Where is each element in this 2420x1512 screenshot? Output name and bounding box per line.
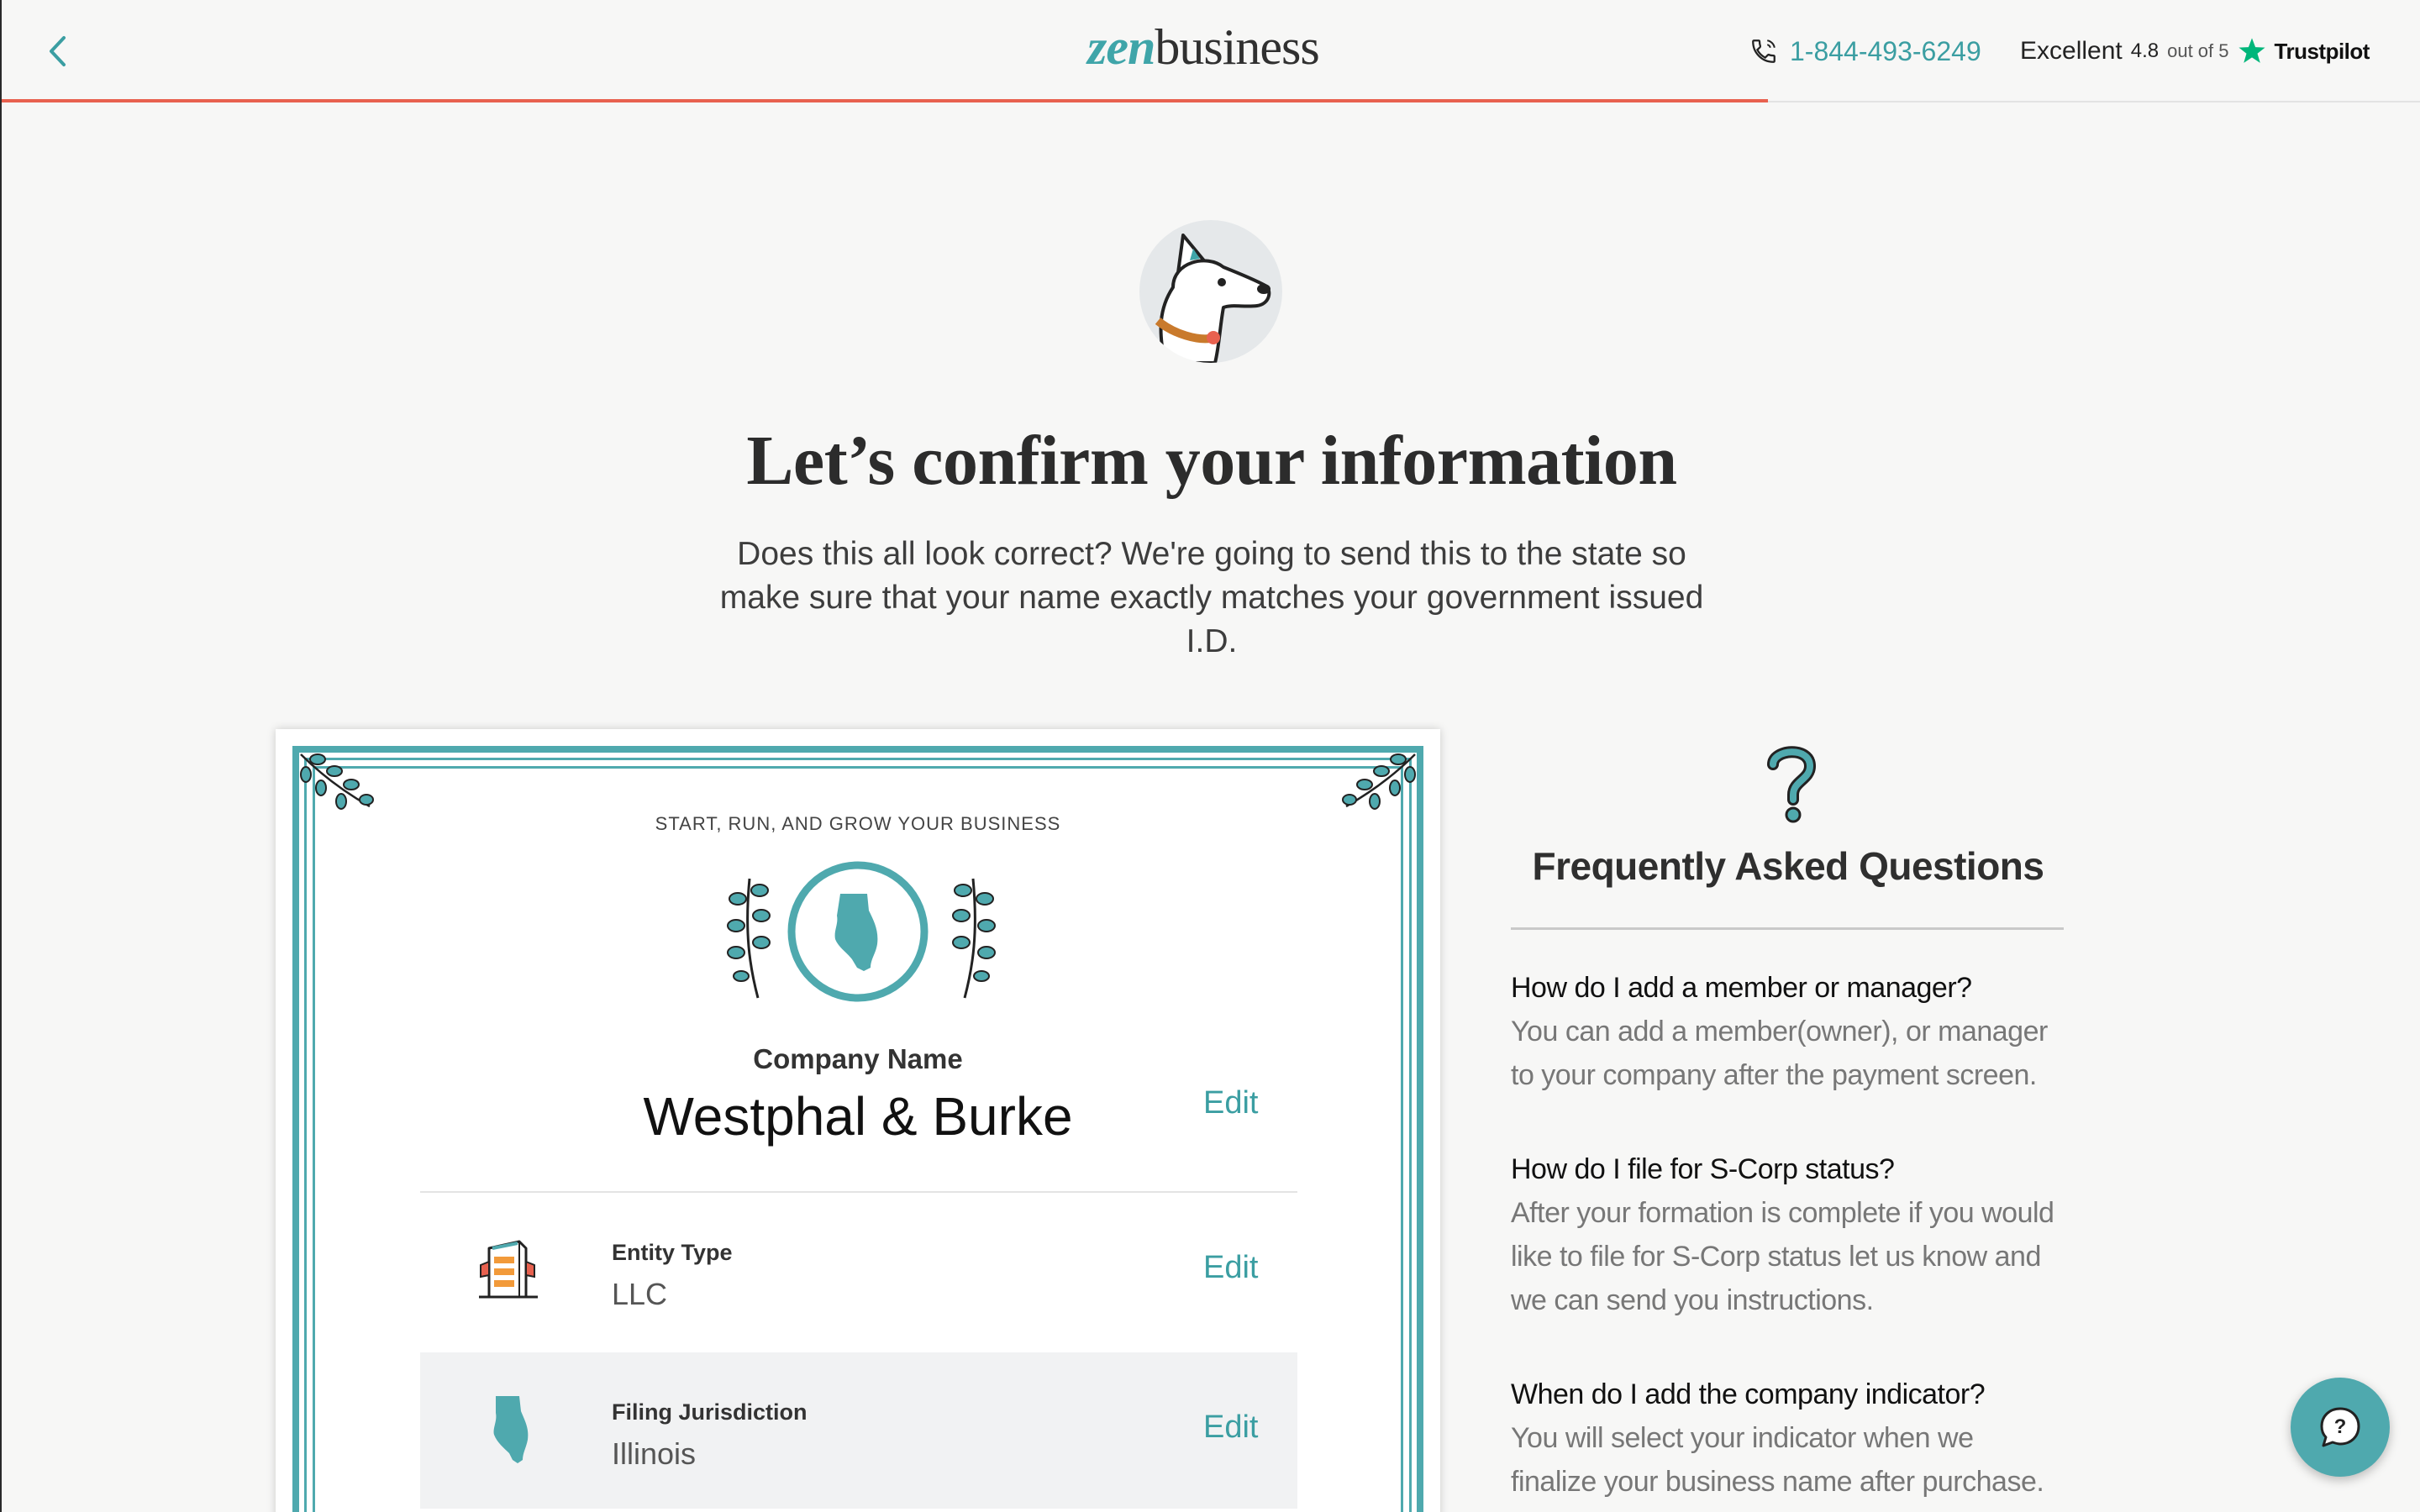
- faq-answer: You can add a member(owner), or manager …: [1511, 1016, 2048, 1091]
- page-subtitle: Does this all look correct? We're going …: [719, 536, 1704, 659]
- faq-item: How do I add a member or manager? You ca…: [1511, 966, 2065, 1097]
- faq-item: How do I file for S-Corp status? After y…: [1511, 1147, 2065, 1322]
- progress-bar: [2, 99, 1769, 102]
- filing-jurisdiction-row: Filing Jurisdiction Illinois Edit: [420, 1352, 1297, 1509]
- faq-item: When do I add the company indicator? You…: [1511, 1373, 2065, 1504]
- certificate-tagline: START, RUN, AND GROW YOUR BUSINESS: [655, 813, 1061, 834]
- entity-type-row: Entity Type LLC Edit: [420, 1193, 1297, 1349]
- company-name-value: Westphal & Burke: [643, 1086, 1073, 1147]
- logo-business: business: [1155, 19, 1319, 75]
- chat-question-icon: ?: [2320, 1407, 2360, 1447]
- zenbusiness-logo[interactable]: zen business: [1087, 18, 1320, 77]
- laurel-right-icon: [952, 878, 996, 999]
- help-chat-button[interactable]: ?: [2291, 1378, 2390, 1477]
- phone-number: 1-844-493-6249: [1790, 35, 1981, 66]
- logo-zen: zen: [1087, 19, 1155, 75]
- filing-jurisdiction-value: Illinois: [612, 1436, 697, 1471]
- rating-word: Excellent: [2020, 37, 2123, 65]
- dog-mascot-icon: [1155, 234, 1271, 363]
- filing-jurisdiction-label: Filing Jurisdiction: [612, 1399, 808, 1425]
- svg-text:?: ?: [2334, 1415, 2347, 1438]
- faq-divider: [1511, 927, 2064, 930]
- trustpilot-label: Trustpilot: [2274, 38, 2370, 64]
- illinois-state-icon: [493, 1396, 529, 1463]
- edit-entity-type-button[interactable]: Edit: [1203, 1250, 1258, 1286]
- entity-type-value: LLC: [612, 1277, 668, 1311]
- page-title: Let’s confirm your information: [746, 422, 1677, 500]
- phone-link[interactable]: 1-844-493-6249: [1749, 32, 1981, 71]
- faq-title: Frequently Asked Questions: [1532, 844, 2045, 888]
- state-seal-icon: [787, 861, 929, 1002]
- faq-answer: After your formation is complete if you …: [1511, 1197, 2054, 1316]
- trustpilot-rating[interactable]: Excellent 4.8 out of 5 Trustpilot: [2020, 32, 2370, 71]
- company-name-label: Company Name: [753, 1043, 963, 1074]
- phone-icon: [1752, 39, 1776, 63]
- edit-filing-jurisdiction-button[interactable]: Edit: [1203, 1410, 1258, 1446]
- back-button[interactable]: [39, 30, 76, 72]
- rating-outof: out of 5: [2167, 40, 2229, 61]
- faq-question: How do I add a member or manager?: [1511, 972, 1972, 1004]
- top-header: zen business 1-844-493-6249 Excellent 4.8…: [2, 0, 2420, 102]
- mascot-avatar: [1139, 220, 1282, 363]
- rating-value: 4.8: [2130, 39, 2160, 62]
- building-icon: [479, 1240, 538, 1299]
- entity-type-label: Entity Type: [612, 1240, 733, 1265]
- laurel-left-icon: [727, 878, 771, 999]
- edit-company-name-button[interactable]: Edit: [1203, 1085, 1258, 1121]
- faq-answer: You will select your indicator when we f…: [1511, 1422, 2044, 1498]
- trustpilot-star-icon: [2238, 38, 2265, 63]
- certificate-card: START, RUN, AND GROW YOUR BUSINESS Compa…: [276, 729, 1440, 1512]
- chevron-left-icon: [50, 36, 66, 66]
- faq-question: When do I add the company indicator?: [1511, 1378, 1986, 1410]
- question-mark-icon: [1767, 746, 1817, 823]
- faq-question: How do I file for S-Corp status?: [1511, 1153, 1895, 1185]
